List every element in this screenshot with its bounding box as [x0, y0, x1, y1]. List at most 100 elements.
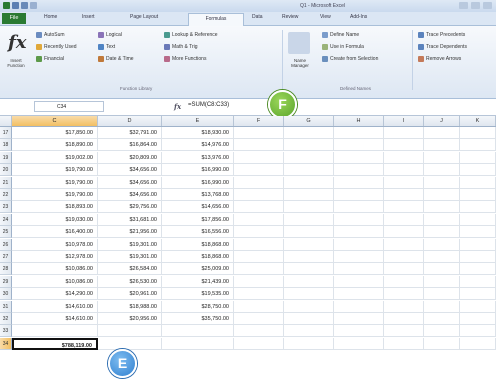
- row-header[interactable]: 33: [0, 325, 12, 338]
- table-cell[interactable]: [234, 139, 284, 152]
- table-cell[interactable]: [98, 337, 162, 350]
- table-cell[interactable]: $29,756.00: [98, 201, 162, 214]
- name-box[interactable]: C34: [34, 101, 104, 112]
- table-cell[interactable]: [424, 226, 460, 239]
- tab-insert[interactable]: Insert: [82, 14, 95, 20]
- table-cell[interactable]: [234, 164, 284, 177]
- redo-icon[interactable]: [30, 2, 37, 9]
- table-cell[interactable]: [384, 275, 424, 288]
- table-cell[interactable]: [460, 201, 496, 214]
- table-cell[interactable]: [234, 251, 284, 263]
- table-cell[interactable]: [284, 238, 334, 251]
- table-cell[interactable]: [384, 288, 424, 301]
- table-cell[interactable]: $35,750.00: [162, 313, 234, 325]
- table-cell[interactable]: $13,976.00: [162, 151, 234, 164]
- table-cell[interactable]: $19,030.00: [12, 213, 98, 226]
- table-cell[interactable]: [334, 189, 384, 201]
- table-cell[interactable]: $14,656.00: [162, 201, 234, 214]
- undo-icon[interactable]: [21, 2, 28, 9]
- column-header-j[interactable]: J: [424, 116, 460, 126]
- insert-function-icon[interactable]: fx: [8, 32, 26, 53]
- table-cell[interactable]: [460, 164, 496, 177]
- tab-page-layout[interactable]: Page Layout: [130, 14, 158, 20]
- table-cell[interactable]: [334, 313, 384, 325]
- table-cell[interactable]: [424, 176, 460, 189]
- row-header[interactable]: 18: [0, 139, 12, 152]
- table-cell[interactable]: [284, 251, 334, 263]
- table-cell[interactable]: [334, 164, 384, 177]
- table-cell[interactable]: [384, 325, 424, 338]
- row-header[interactable]: 22: [0, 189, 12, 201]
- row-header[interactable]: 32: [0, 313, 12, 325]
- table-cell[interactable]: [384, 251, 424, 263]
- table-cell[interactable]: [384, 201, 424, 214]
- table-cell[interactable]: [234, 288, 284, 301]
- save-icon[interactable]: [12, 2, 19, 9]
- table-cell[interactable]: [384, 151, 424, 164]
- table-cell[interactable]: $12,978.00: [12, 251, 98, 263]
- table-cell[interactable]: [424, 300, 460, 313]
- row-header[interactable]: 24: [0, 213, 12, 226]
- table-cell[interactable]: [424, 238, 460, 251]
- tab-data[interactable]: Data: [252, 14, 263, 20]
- table-cell[interactable]: [334, 288, 384, 301]
- table-cell[interactable]: [384, 263, 424, 276]
- tab-view[interactable]: View: [320, 14, 331, 20]
- lookup-reference-button[interactable]: Lookup & Reference: [164, 32, 218, 38]
- row-header[interactable]: 27: [0, 251, 12, 263]
- table-cell[interactable]: $32,791.00: [98, 127, 162, 139]
- row-header[interactable]: 20: [0, 164, 12, 177]
- table-cell[interactable]: $28,750.00: [162, 300, 234, 313]
- tab-formulas[interactable]: Formulas: [188, 13, 244, 26]
- table-cell[interactable]: [460, 127, 496, 139]
- table-cell[interactable]: [234, 213, 284, 226]
- name-manager-button[interactable]: Name Manager: [286, 58, 314, 68]
- table-cell[interactable]: $10,086.00: [12, 263, 98, 276]
- table-cell[interactable]: [234, 238, 284, 251]
- column-header-e[interactable]: E: [162, 116, 234, 126]
- table-cell[interactable]: [284, 176, 334, 189]
- row-header[interactable]: 31: [0, 300, 12, 313]
- table-cell[interactable]: [284, 325, 334, 338]
- table-cell[interactable]: [460, 275, 496, 288]
- table-cell[interactable]: [424, 325, 460, 338]
- table-cell[interactable]: [460, 213, 496, 226]
- table-cell[interactable]: [334, 337, 384, 350]
- table-cell[interactable]: [234, 151, 284, 164]
- column-header-c[interactable]: C: [12, 116, 98, 126]
- table-cell[interactable]: $19,535.00: [162, 288, 234, 301]
- table-cell[interactable]: $16,400.00: [12, 226, 98, 239]
- table-cell[interactable]: $18,868.00: [162, 238, 234, 251]
- table-cell[interactable]: [234, 176, 284, 189]
- create-from-selection-button[interactable]: Create from Selection: [322, 56, 378, 62]
- table-cell[interactable]: [234, 127, 284, 139]
- table-cell[interactable]: [334, 238, 384, 251]
- row-header[interactable]: 21: [0, 176, 12, 189]
- table-cell[interactable]: [460, 226, 496, 239]
- table-cell[interactable]: [334, 201, 384, 214]
- table-cell[interactable]: [334, 275, 384, 288]
- table-cell[interactable]: $19,301.00: [98, 238, 162, 251]
- table-cell[interactable]: [334, 300, 384, 313]
- table-cell[interactable]: [424, 127, 460, 139]
- table-cell[interactable]: [424, 213, 460, 226]
- trace-dependents-button[interactable]: Trace Dependents: [418, 44, 467, 50]
- table-cell[interactable]: [284, 189, 334, 201]
- table-cell[interactable]: [234, 337, 284, 350]
- table-cell[interactable]: $34,656.00: [98, 189, 162, 201]
- table-cell[interactable]: [384, 164, 424, 177]
- table-cell[interactable]: [334, 139, 384, 152]
- tab-file[interactable]: File: [2, 13, 26, 24]
- table-cell[interactable]: [384, 226, 424, 239]
- table-cell[interactable]: [384, 337, 424, 350]
- formula-input[interactable]: =SUM(C8:C33): [188, 102, 229, 108]
- table-cell[interactable]: [284, 201, 334, 214]
- table-cell[interactable]: $14,290.00: [12, 288, 98, 301]
- remove-arrows-button[interactable]: Remove Arrows: [418, 56, 461, 62]
- table-cell[interactable]: [284, 288, 334, 301]
- table-cell[interactable]: [284, 127, 334, 139]
- table-cell[interactable]: [424, 275, 460, 288]
- column-header-d[interactable]: D: [98, 116, 162, 126]
- table-cell[interactable]: [460, 337, 496, 350]
- table-cell[interactable]: $26,530.00: [98, 275, 162, 288]
